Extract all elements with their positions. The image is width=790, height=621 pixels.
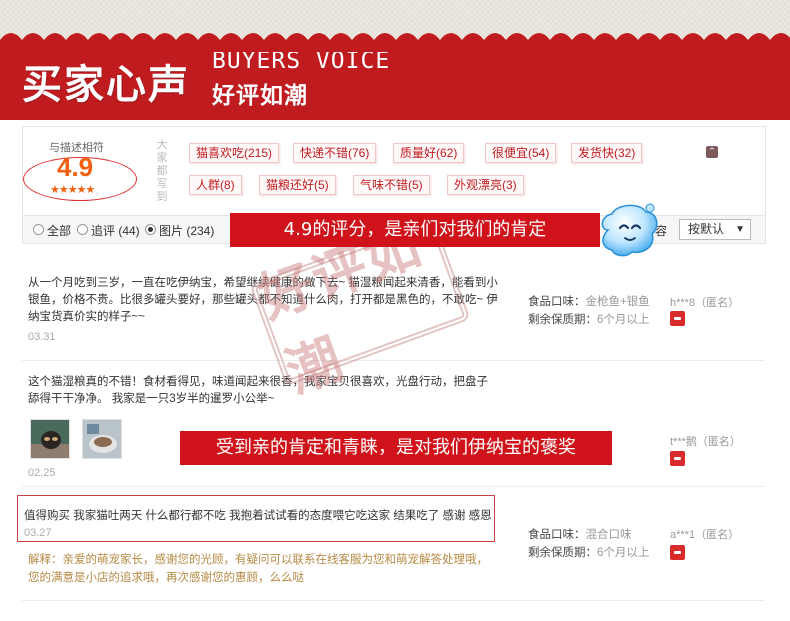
filter-followup-label: 追评 (44): [91, 224, 140, 238]
review-photo[interactable]: [30, 419, 70, 459]
flavor-value: 金枪鱼+银鱼: [585, 296, 650, 308]
flavor-value: 混合口味: [585, 529, 632, 541]
food-bowl-photo-icon: [83, 420, 121, 458]
star-rating-icon: ★★★★★: [50, 183, 95, 196]
filter-images-label: 图片 (234): [159, 224, 215, 238]
user-name: a***1（匿名）: [670, 529, 740, 541]
shelf-value: 6个月以上: [597, 547, 650, 559]
shelf-label: 剩余保质期：: [528, 547, 597, 559]
user-name: h***8（匿名）: [670, 297, 740, 309]
tag-item[interactable]: 快递不错(76): [293, 143, 377, 163]
user-level-icon: [670, 311, 685, 326]
review-photo[interactable]: [82, 419, 122, 459]
header-banner: 买家心声 BUYERS VOICE 好评如潮: [0, 40, 790, 120]
shelf-value: 6个月以上: [597, 314, 650, 326]
sort-value: 按默认: [688, 222, 725, 236]
review-shelf-life: 剩余保质期：6个月以上: [528, 544, 649, 560]
tag-item[interactable]: 猫粮还好(5): [259, 175, 336, 195]
tag-item[interactable]: 很便宜(54): [485, 143, 557, 163]
header-subtitle: 好评如潮: [212, 83, 308, 109]
tag-item[interactable]: 人群(8): [189, 175, 242, 195]
header-title: 买家心声: [22, 62, 190, 108]
review-flavor: 食品口味：混合口味: [528, 526, 632, 542]
cat-photo-icon: [31, 420, 69, 458]
user-name: t***鹅（匿名）: [670, 436, 741, 448]
shelf-label: 剩余保质期：: [528, 314, 597, 326]
review-date: 02.25: [28, 467, 56, 479]
user-level-icon: [670, 545, 685, 560]
scallop-border: [0, 33, 790, 52]
radio-images[interactable]: [145, 224, 156, 235]
review-flavor: 食品口味：金枪鱼+银鱼: [528, 293, 650, 309]
filter-all-label: 全部: [47, 224, 72, 238]
radio-followup[interactable]: [77, 224, 88, 235]
review-date: 03.27: [24, 527, 52, 539]
mascot-icon: [601, 203, 658, 257]
divider: [22, 600, 764, 601]
tag-item[interactable]: 质量好(62): [393, 143, 465, 163]
callout-banner: 4.9的评分，是亲们对我们的肯定: [230, 213, 600, 247]
divider: [22, 486, 764, 487]
review-text: 这个猫湿粮真的不错！食材看得见，味道闻起来很香，我家宝贝很喜欢，光盘行动，把盘子…: [28, 376, 488, 405]
review-shelf-life: 剩余保质期：6个月以上: [528, 311, 649, 327]
tag-item[interactable]: 发货快(32): [571, 143, 643, 163]
flavor-label: 食品口味：: [528, 296, 586, 308]
sort-select[interactable]: 按默认 ▼: [679, 219, 751, 240]
flavor-label: 食品口味：: [528, 529, 586, 541]
tag-item[interactable]: 外观漂亮(3): [447, 175, 524, 195]
seller-reply: 解释：亲爱的萌宠家长，感谢您的光顾，有疑问可以联系在线客服为您和萌宠解答处理哦，…: [28, 554, 488, 584]
radio-all[interactable]: [33, 224, 44, 235]
review-text: 值得购买 我家猫吐两天 什么都行都不吃 我抱着试试看的态度喂它吃这家 结果吃了 …: [24, 510, 492, 522]
tags-vertical-label: 大家都写到: [156, 139, 168, 203]
tag-item[interactable]: 猫喜欢吃(215): [189, 143, 280, 163]
score-value: 4.9: [57, 152, 94, 182]
tag-item[interactable]: 气味不错(5): [353, 175, 430, 195]
user-level-icon: [670, 451, 685, 466]
collapse-icon[interactable]: ⌃: [706, 146, 718, 158]
review-date: 03.31: [28, 331, 56, 343]
callout-banner: 受到亲的肯定和青睐，是对我们伊纳宝的褒奖: [180, 431, 612, 465]
chevron-down-icon: ▼: [735, 224, 745, 235]
